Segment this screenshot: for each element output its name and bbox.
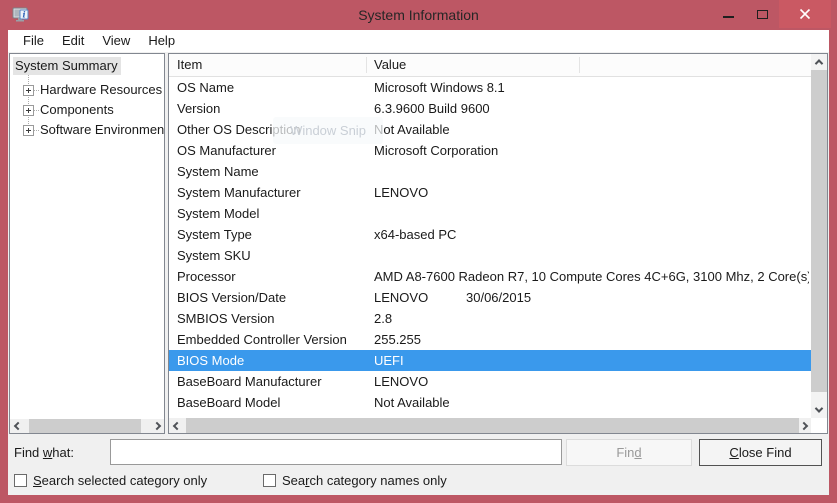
value-cell: Microsoft Windows 8.1 bbox=[374, 77, 809, 98]
value-cell: AMD A8-7600 Radeon R7, 10 Compute Cores … bbox=[374, 266, 809, 287]
item-cell: System Name bbox=[177, 161, 259, 182]
value-cell: LENOVO bbox=[374, 371, 809, 392]
chevron-right-icon[interactable] bbox=[149, 419, 164, 433]
chevron-down-icon[interactable] bbox=[811, 402, 827, 418]
tree-item-components[interactable]: Components bbox=[10, 100, 164, 120]
table-row[interactable]: Other OS Description Not Available bbox=[169, 119, 811, 140]
menubar: File Edit View Help bbox=[8, 30, 829, 52]
item-cell: Embedded Controller Version bbox=[177, 329, 347, 350]
table-row[interactable]: Embedded Controller Version 255.255 bbox=[169, 329, 811, 350]
item-cell: BaseBoard Model bbox=[177, 392, 280, 413]
value-cell: Not Available bbox=[374, 392, 809, 413]
item-cell: OS Name bbox=[177, 77, 234, 98]
value-cell: 255.255 bbox=[374, 329, 809, 350]
value-cell: 2.8 bbox=[374, 308, 809, 329]
chevron-left-icon[interactable] bbox=[10, 419, 25, 433]
column-header-item[interactable]: Item bbox=[177, 54, 202, 76]
table-row[interactable]: System Model bbox=[169, 203, 811, 224]
table-row[interactable]: System Name bbox=[169, 161, 811, 182]
column-header-value[interactable]: Value bbox=[374, 54, 406, 76]
item-cell: System Model bbox=[177, 203, 259, 224]
column-divider[interactable] bbox=[579, 57, 580, 73]
expand-icon[interactable] bbox=[23, 85, 34, 96]
minimize-icon bbox=[723, 16, 734, 18]
chevron-up-icon[interactable] bbox=[811, 54, 827, 70]
scrollbar-thumb[interactable] bbox=[186, 418, 799, 433]
table-row[interactable]: System SKU bbox=[169, 245, 811, 266]
table-row[interactable]: Processor AMD A8-7600 Radeon R7, 10 Comp… bbox=[169, 266, 811, 287]
table-row[interactable]: BaseBoard Manufacturer LENOVO bbox=[169, 371, 811, 392]
item-cell: OS Manufacturer bbox=[177, 140, 276, 161]
table-row[interactable]: BaseBoard Model Not Available bbox=[169, 392, 811, 413]
search-selected-category-checkbox[interactable]: Search selected category only bbox=[14, 473, 207, 488]
search-category-names-checkbox[interactable]: Search category names only bbox=[263, 473, 447, 488]
item-cell: System SKU bbox=[177, 245, 251, 266]
minimize-button[interactable] bbox=[711, 0, 745, 28]
table-row[interactable]: OS Name Microsoft Windows 8.1 bbox=[169, 77, 811, 98]
system-information-window: i System Information File Edit View Help bbox=[0, 0, 837, 503]
item-cell: System Manufacturer bbox=[177, 182, 301, 203]
value-cell: UEFI bbox=[374, 350, 809, 371]
tree-item-hardware-resources[interactable]: Hardware Resources bbox=[10, 80, 164, 100]
table-row[interactable]: SMBIOS Version 2.8 bbox=[169, 308, 811, 329]
value-cell: LENOVO bbox=[374, 182, 809, 203]
close-button[interactable] bbox=[779, 0, 831, 28]
table-horizontal-scrollbar[interactable] bbox=[169, 418, 811, 433]
item-cell: BIOS Version/Date bbox=[177, 287, 286, 308]
category-tree-panel: System Summary Hardware Resources Compon… bbox=[9, 53, 165, 434]
item-cell: System Type bbox=[177, 224, 252, 245]
checkbox-icon[interactable] bbox=[14, 474, 27, 487]
maximize-icon bbox=[757, 10, 768, 19]
scrollbar-thumb[interactable] bbox=[29, 419, 141, 433]
table-row[interactable]: BIOS Mode UEFI bbox=[169, 350, 811, 371]
menu-edit[interactable]: Edit bbox=[53, 30, 93, 52]
table-header[interactable]: Item Value bbox=[169, 54, 811, 77]
tree-horizontal-scrollbar[interactable] bbox=[10, 419, 164, 433]
table-row[interactable]: Version 6.3.9600 Build 9600 bbox=[169, 98, 811, 119]
client-area: File Edit View Help System Summary Hardw… bbox=[8, 30, 829, 495]
find-input[interactable] bbox=[110, 439, 562, 465]
tree-item-system-summary[interactable]: System Summary bbox=[13, 58, 121, 73]
expand-icon[interactable] bbox=[23, 105, 34, 116]
scrollbar-thumb[interactable] bbox=[811, 70, 827, 392]
item-cell: Processor bbox=[177, 266, 236, 287]
column-divider[interactable] bbox=[366, 57, 367, 73]
value-cell: x64-based PC bbox=[374, 224, 809, 245]
item-cell: BaseBoard Manufacturer bbox=[177, 371, 322, 392]
table-row[interactable]: BIOS Version/Date LENOVO30/06/2015 bbox=[169, 287, 811, 308]
value-cell: Not Available bbox=[374, 119, 809, 140]
maximize-button[interactable] bbox=[745, 0, 779, 28]
details-panel: Item Value OS Name Microsoft Windows 8.1… bbox=[168, 53, 828, 434]
value-cell: LENOVO30/06/2015 bbox=[374, 287, 809, 308]
close-find-button[interactable]: Close Find bbox=[699, 439, 822, 466]
table-row[interactable]: OS Manufacturer Microsoft Corporation bbox=[169, 140, 811, 161]
chevron-right-icon[interactable] bbox=[796, 418, 811, 433]
close-icon bbox=[799, 8, 811, 20]
find-what-label: Find what: bbox=[14, 445, 74, 460]
table-row[interactable]: System Manufacturer LENOVO bbox=[169, 182, 811, 203]
expand-icon[interactable] bbox=[23, 125, 34, 136]
menu-file[interactable]: File bbox=[14, 30, 53, 52]
menu-help[interactable]: Help bbox=[139, 30, 184, 52]
chevron-left-icon[interactable] bbox=[169, 418, 184, 433]
item-cell: Other OS Description bbox=[177, 119, 301, 140]
menu-view[interactable]: View bbox=[93, 30, 139, 52]
tree-item-software-environment[interactable]: Software Environment bbox=[10, 120, 164, 140]
vertical-scrollbar[interactable] bbox=[811, 54, 827, 418]
find-button[interactable]: Find bbox=[566, 439, 692, 466]
checkbox-icon[interactable] bbox=[263, 474, 276, 487]
titlebar[interactable]: i System Information bbox=[0, 0, 837, 30]
item-cell: BIOS Mode bbox=[177, 350, 244, 371]
value-cell: Microsoft Corporation bbox=[374, 140, 809, 161]
table-body: OS Name Microsoft Windows 8.1 Version 6.… bbox=[169, 77, 811, 418]
table-row[interactable]: System Type x64-based PC bbox=[169, 224, 811, 245]
item-cell: Version bbox=[177, 98, 220, 119]
value-cell: 6.3.9600 Build 9600 bbox=[374, 98, 809, 119]
item-cell: SMBIOS Version bbox=[177, 308, 275, 329]
